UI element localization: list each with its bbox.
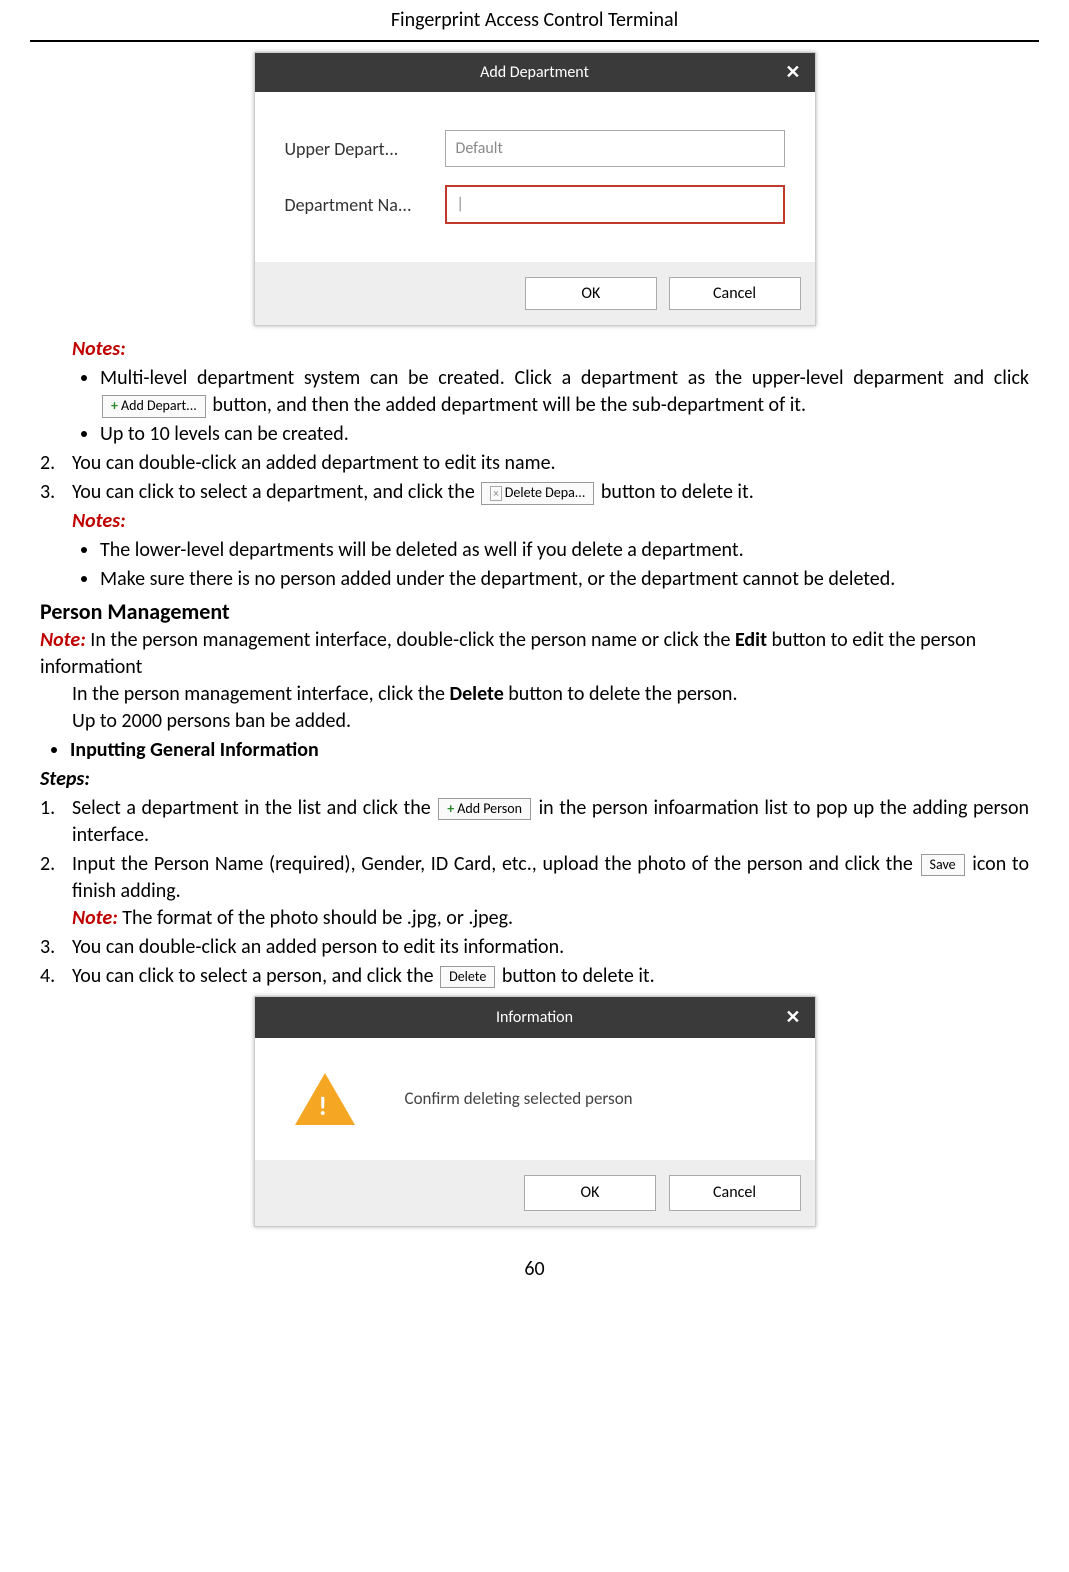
- note-item: The lower-level departments will be dele…: [100, 537, 1029, 564]
- notes-label: Notes:: [72, 509, 126, 533]
- add-department-dialog: Add Department ✕ Upper Depart... Default…: [254, 52, 816, 326]
- department-name-label: Department Na...: [285, 194, 445, 216]
- x-icon: ×: [490, 486, 501, 501]
- text-line: Up to 2000 persons ban be added.: [72, 708, 1029, 735]
- list-item: 3. You can double-click an added person …: [40, 934, 1029, 961]
- plus-icon: +: [447, 800, 454, 817]
- delete-department-button[interactable]: ×Delete Depa...: [481, 482, 594, 505]
- dialog-title-text: Information: [269, 1007, 801, 1029]
- add-person-button[interactable]: +Add Person: [438, 798, 531, 821]
- upper-department-label: Upper Depart...: [285, 138, 445, 160]
- save-button[interactable]: Save: [921, 854, 965, 877]
- text-line: In the person management interface, clic…: [72, 681, 1029, 708]
- close-icon[interactable]: ✕: [785, 61, 800, 83]
- dialog-title-text: Add Department: [269, 63, 801, 82]
- note-line: Note: In the person management interface…: [40, 627, 1029, 681]
- ok-button[interactable]: OK: [524, 1175, 656, 1211]
- plus-icon: +: [111, 397, 118, 414]
- section-heading-person-management: Person Management: [40, 597, 1029, 627]
- add-department-button[interactable]: +Add Depart...: [102, 395, 206, 418]
- upper-department-input[interactable]: Default: [445, 130, 785, 167]
- steps-label: Steps:: [40, 766, 1029, 793]
- list-item: 3. You can click to select a department,…: [40, 479, 1029, 506]
- notes-label: Notes:: [72, 337, 126, 361]
- dialog-titlebar: Add Department ✕: [255, 53, 815, 92]
- close-icon[interactable]: ✕: [785, 1005, 800, 1029]
- cancel-button[interactable]: Cancel: [669, 277, 801, 310]
- bullet-heading: Inputting General Information: [70, 737, 1029, 764]
- list-item: 2. You can double-click an added departm…: [40, 450, 1029, 477]
- list-item: 4. You can click to select a person, and…: [40, 963, 1029, 990]
- warning-icon: [295, 1073, 355, 1125]
- cancel-button[interactable]: Cancel: [669, 1175, 801, 1211]
- dialog-titlebar: Information ✕: [255, 997, 815, 1039]
- information-dialog: Information ✕ Confirm deleting selected …: [254, 996, 816, 1227]
- department-name-input[interactable]: |: [445, 185, 785, 224]
- note-item: Up to 10 levels can be created.: [100, 421, 1029, 448]
- page-number: 60: [30, 1227, 1039, 1301]
- note-item: Make sure there is no person added under…: [100, 566, 1029, 593]
- page-header: Fingerprint Access Control Terminal: [30, 0, 1039, 42]
- delete-button[interactable]: Delete: [440, 966, 495, 989]
- list-item: 2. Input the Person Name (required), Gen…: [40, 851, 1029, 932]
- note-item: Multi-level department system can be cre…: [100, 365, 1029, 419]
- ok-button[interactable]: OK: [525, 277, 657, 310]
- list-item: 1. Select a department in the list and c…: [40, 795, 1029, 849]
- confirm-message: Confirm deleting selected person: [405, 1088, 633, 1111]
